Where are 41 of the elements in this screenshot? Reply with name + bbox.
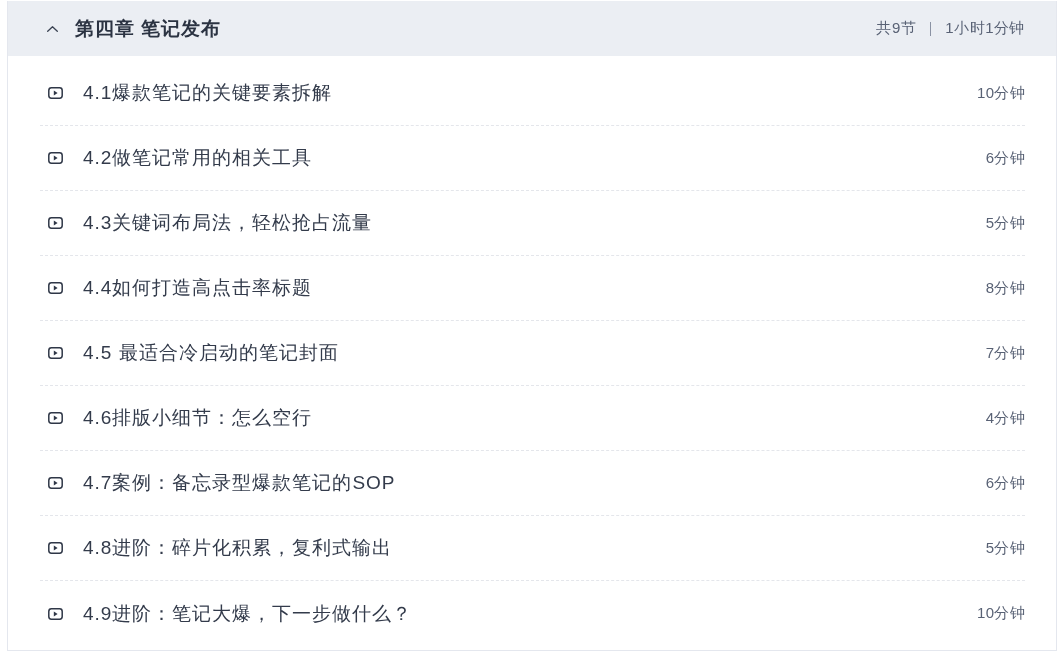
- lesson-duration: 8分钟: [985, 278, 1025, 298]
- video-play-icon: [48, 152, 63, 164]
- lesson-duration: 5分钟: [985, 538, 1025, 558]
- video-play-icon: [48, 282, 63, 294]
- lesson-duration: 10分钟: [977, 604, 1025, 623]
- lesson-title: 4.2做笔记常用的相关工具: [83, 146, 314, 170]
- lesson-title: 4.9进阶：笔记大爆，下一步做什么？: [83, 601, 414, 626]
- caret-up-icon[interactable]: [47, 25, 58, 32]
- lesson-title: 4.5 最适合冷启动的笔记封面: [83, 341, 340, 365]
- lesson-title: 4.7案例：备忘录型爆款笔记的SOP: [83, 471, 397, 495]
- lesson-duration: 5分钟: [985, 213, 1025, 233]
- video-play-icon: [48, 347, 63, 359]
- video-play-icon: [48, 87, 63, 99]
- lesson-duration: 6分钟: [985, 473, 1025, 493]
- lesson-row[interactable]: 4.9进阶：笔记大爆，下一步做什么？ 10分钟: [40, 581, 1025, 646]
- lesson-row[interactable]: 4.8进阶：碎片化积累，复利式输出 5分钟: [40, 516, 1025, 581]
- lesson-title: 4.3关键词布局法，轻松抢占流量: [83, 211, 374, 235]
- chapter-header[interactable]: 第四章 笔记发布 共9节 1小时1分钟: [8, 1, 1056, 56]
- lesson-title: 4.1爆款笔记的关键要素拆解: [83, 81, 334, 105]
- lesson-title: 4.6排版小细节：怎么空行: [83, 406, 314, 430]
- chapter-title: 第四章 笔记发布: [75, 16, 222, 41]
- total-duration: 1小时1分钟: [945, 19, 1025, 38]
- video-play-icon: [48, 542, 63, 554]
- lesson-row[interactable]: 4.7案例：备忘录型爆款笔记的SOP 6分钟: [40, 451, 1025, 516]
- video-play-icon: [48, 607, 63, 620]
- lesson-duration: 7分钟: [985, 343, 1025, 363]
- lesson-title: 4.8进阶：碎片化积累，复利式输出: [83, 536, 394, 560]
- lesson-title: 4.4如何打造高点击率标题: [83, 276, 314, 300]
- lesson-row[interactable]: 4.6排版小细节：怎么空行 4分钟: [40, 386, 1025, 451]
- lesson-row[interactable]: 4.3关键词布局法，轻松抢占流量 5分钟: [40, 191, 1025, 256]
- lesson-duration: 10分钟: [977, 83, 1025, 103]
- video-play-icon: [48, 412, 63, 424]
- lesson-row[interactable]: 4.2做笔记常用的相关工具 6分钟: [40, 126, 1025, 191]
- lesson-row[interactable]: 4.4如何打造高点击率标题 8分钟: [40, 256, 1025, 321]
- lesson-row[interactable]: 4.5 最适合冷启动的笔记封面 7分钟: [40, 321, 1025, 386]
- lesson-duration: 4分钟: [985, 408, 1025, 428]
- lesson-count: 共9节: [876, 19, 917, 38]
- lesson-duration: 6分钟: [985, 148, 1025, 168]
- video-play-icon: [48, 217, 63, 229]
- video-play-icon: [48, 477, 63, 489]
- lesson-row[interactable]: 4.1爆款笔记的关键要素拆解 10分钟: [40, 61, 1025, 126]
